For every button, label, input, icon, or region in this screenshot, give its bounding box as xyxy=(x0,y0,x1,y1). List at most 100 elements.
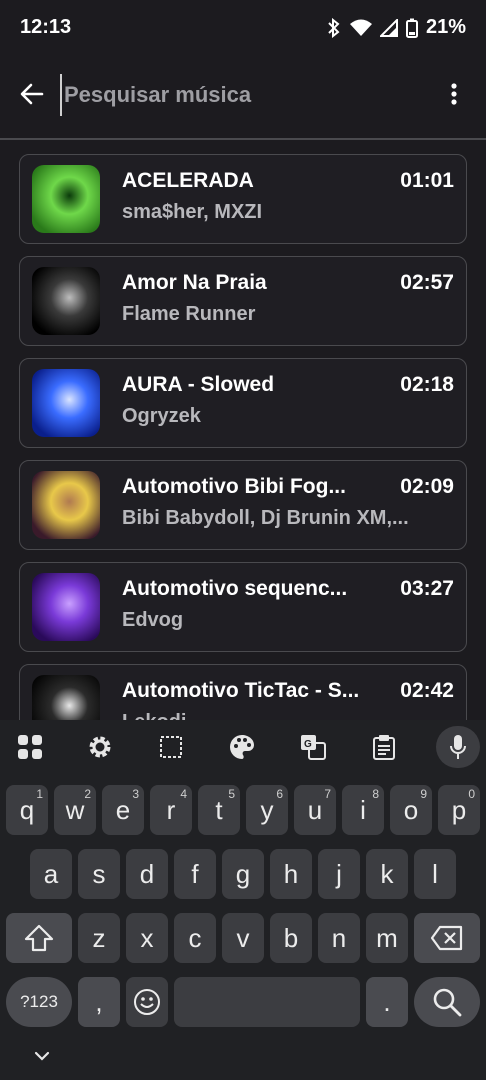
key-i[interactable]: i8 xyxy=(342,785,384,835)
hide-keyboard-button[interactable] xyxy=(30,1044,54,1068)
text-select-button[interactable] xyxy=(151,726,191,768)
key-p[interactable]: p0 xyxy=(438,785,480,835)
period-key[interactable]: . xyxy=(366,977,408,1027)
key-u[interactable]: u7 xyxy=(294,785,336,835)
key-label: n xyxy=(331,922,347,953)
key-label: b xyxy=(283,922,299,953)
key-label: s xyxy=(92,858,106,889)
song-duration: 03:27 xyxy=(400,577,454,600)
key-label: z xyxy=(92,922,106,953)
key-v[interactable]: v xyxy=(222,913,264,963)
battery-percent: 21% xyxy=(425,16,466,38)
key-hint: 4 xyxy=(180,787,187,801)
keyboard-settings-button[interactable] xyxy=(80,726,120,768)
key-hint: 6 xyxy=(276,787,283,801)
key-label: o xyxy=(403,794,419,825)
song-title: Amor Na Praia xyxy=(122,271,267,294)
status-icons: 21% xyxy=(326,16,466,39)
song-item[interactable]: Automotivo Bibi Fog... Bibi Babydoll, Dj… xyxy=(19,460,467,550)
keyboard-apps-button[interactable] xyxy=(10,726,50,768)
symbols-key[interactable]: ?123 xyxy=(6,977,72,1027)
space-key[interactable] xyxy=(174,977,360,1027)
backspace-key[interactable] xyxy=(414,913,480,963)
key-c[interactable]: c xyxy=(174,913,216,963)
key-j[interactable]: j xyxy=(318,849,360,899)
translate-button[interactable]: G xyxy=(293,726,333,768)
key-label: ?123 xyxy=(20,992,58,1011)
song-item[interactable]: ACELERADA sma$her, MXZI 01:01 xyxy=(19,154,467,244)
palette-icon xyxy=(230,735,254,759)
key-x[interactable]: x xyxy=(126,913,168,963)
key-y[interactable]: y6 xyxy=(246,785,288,835)
key-hint: 0 xyxy=(468,787,475,801)
emoji-key[interactable] xyxy=(126,977,168,1027)
grid-apps-icon xyxy=(18,735,42,759)
comma-key[interactable]: , xyxy=(78,977,120,1027)
song-item[interactable]: Automotivo sequenc... Edvog 03:27 xyxy=(19,562,467,652)
key-label: , xyxy=(95,986,103,1017)
song-duration: 02:09 xyxy=(400,475,454,498)
back-button[interactable] xyxy=(16,78,48,110)
key-label: l xyxy=(432,858,438,889)
more-options-button[interactable] xyxy=(444,80,464,112)
song-item[interactable]: Amor Na Praia Flame Runner 02:57 xyxy=(19,256,467,346)
search-action-key[interactable] xyxy=(414,977,480,1027)
key-label: e xyxy=(115,794,131,825)
key-n[interactable]: n xyxy=(318,913,360,963)
album-art xyxy=(32,165,100,233)
album-art xyxy=(32,267,100,335)
clipboard-button[interactable] xyxy=(364,726,404,768)
gear-icon xyxy=(89,736,111,758)
key-l[interactable]: l xyxy=(414,849,456,899)
song-title: Automotivo TicTac - S... xyxy=(122,679,360,702)
select-all-icon xyxy=(160,736,182,758)
song-title: Automotivo sequenc... xyxy=(122,577,348,600)
song-title: AURA - Slowed xyxy=(122,373,275,396)
key-r[interactable]: r4 xyxy=(150,785,192,835)
song-artist: Bibi Babydoll, Dj Brunin XM,... xyxy=(122,507,409,529)
key-hint: 5 xyxy=(228,787,235,801)
key-h[interactable]: h xyxy=(270,849,312,899)
search-icon xyxy=(433,988,462,1017)
shift-icon xyxy=(24,924,54,952)
key-a[interactable]: a xyxy=(30,849,72,899)
key-hint: 1 xyxy=(36,787,43,801)
key-hint: 8 xyxy=(372,787,379,801)
album-art xyxy=(32,471,100,539)
song-list: ACELERADA sma$her, MXZI 01:01 Amor Na Pr… xyxy=(19,154,467,720)
key-hint: 9 xyxy=(420,787,427,801)
key-m[interactable]: m xyxy=(366,913,408,963)
key-q[interactable]: q1 xyxy=(6,785,48,835)
key-label: m xyxy=(376,922,398,953)
translate-icon: G xyxy=(301,735,326,760)
key-t[interactable]: t5 xyxy=(198,785,240,835)
key-label: t xyxy=(215,794,223,825)
song-duration: 01:01 xyxy=(400,169,454,192)
search-input[interactable] xyxy=(60,74,426,116)
key-b[interactable]: b xyxy=(270,913,312,963)
song-duration: 02:42 xyxy=(400,679,454,702)
key-label: w xyxy=(65,794,85,825)
key-f[interactable]: f xyxy=(174,849,216,899)
search-bar xyxy=(0,56,486,140)
key-g[interactable]: g xyxy=(222,849,264,899)
key-label: v xyxy=(236,922,250,953)
key-e[interactable]: e3 xyxy=(102,785,144,835)
key-d[interactable]: d xyxy=(126,849,168,899)
theme-button[interactable] xyxy=(222,726,262,768)
song-item[interactable]: AURA - Slowed Ogryzek 02:18 xyxy=(19,358,467,448)
key-w[interactable]: w2 xyxy=(54,785,96,835)
key-label: c xyxy=(188,922,202,953)
album-art xyxy=(32,675,100,720)
key-s[interactable]: s xyxy=(78,849,120,899)
key-o[interactable]: o9 xyxy=(390,785,432,835)
key-k[interactable]: k xyxy=(366,849,408,899)
song-item[interactable]: Automotivo TicTac - S... Lekodj 02:42 xyxy=(19,664,467,720)
song-artist: sma$her, MXZI xyxy=(122,201,263,223)
voice-input-button[interactable] xyxy=(436,726,480,768)
shift-key[interactable] xyxy=(6,913,72,963)
emoji-icon xyxy=(134,989,160,1015)
status-bar: 12:13 21% xyxy=(0,0,486,56)
battery-icon xyxy=(405,18,418,38)
key-z[interactable]: z xyxy=(78,913,120,963)
